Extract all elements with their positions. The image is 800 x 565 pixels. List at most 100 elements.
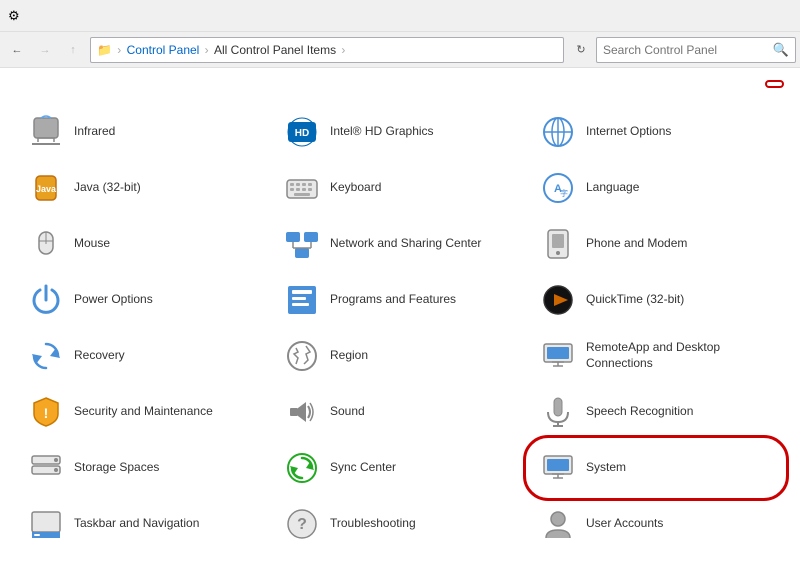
item-label: Recovery: [74, 348, 125, 364]
svg-text:!: !: [44, 405, 49, 421]
item-icon: [26, 280, 66, 320]
main-area: Infrared HD Intel® HD Graphics Internet Opt…: [0, 68, 800, 565]
item-label: Taskbar and Navigation: [74, 516, 199, 532]
item-label: Internet Options: [586, 124, 671, 140]
item-label: Mouse: [74, 236, 110, 252]
list-item[interactable]: Work Folders: [528, 552, 784, 565]
item-icon: [26, 336, 66, 376]
list-item[interactable]: ? Troubleshooting: [272, 496, 528, 552]
search-input[interactable]: [603, 43, 773, 57]
item-label: Storage Spaces: [74, 460, 159, 476]
list-item[interactable]: JavaJava (32-bit): [16, 160, 272, 216]
item-icon: [26, 504, 66, 544]
list-item[interactable]: Taskbar and Navigation: [16, 496, 272, 552]
item-icon: [538, 336, 578, 376]
list-item[interactable]: Region: [272, 328, 528, 384]
window-icon: ⚙: [8, 8, 24, 24]
item-icon: [26, 448, 66, 488]
up-button[interactable]: ↑: [60, 37, 86, 63]
breadcrumb[interactable]: 📁 › Control Panel › All Control Panel It…: [90, 37, 564, 63]
items-grid: Infrared HD Intel® HD Graphics Internet Opt…: [16, 104, 784, 565]
list-item[interactable]: Sync Center: [272, 440, 528, 496]
item-icon: [282, 448, 322, 488]
item-label: Speech Recognition: [586, 404, 693, 420]
item-label: Language: [586, 180, 639, 196]
svg-text:HD: HD: [295, 128, 309, 139]
list-item[interactable]: A字 Language: [528, 160, 784, 216]
svg-text:Java: Java: [36, 184, 57, 194]
item-icon: [282, 280, 322, 320]
list-item[interactable]: ! Security and Maintenance: [16, 384, 272, 440]
item-icon: [26, 224, 66, 264]
content-area: Infrared HD Intel® HD Graphics Internet Opt…: [0, 68, 800, 565]
item-label: Troubleshooting: [330, 516, 416, 532]
item-icon: [282, 392, 322, 432]
list-item[interactable]: Power Options: [16, 272, 272, 328]
search-icon[interactable]: 🔍: [773, 42, 789, 58]
item-icon: HD: [282, 112, 322, 152]
item-label: Sync Center: [330, 460, 396, 476]
item-icon: [282, 560, 322, 565]
item-label: Power Options: [74, 292, 153, 308]
item-label: Security and Maintenance: [74, 404, 213, 420]
list-item[interactable]: Sound: [272, 384, 528, 440]
item-icon: ?: [282, 504, 322, 544]
item-label: Keyboard: [330, 180, 381, 196]
forward-button[interactable]: →: [32, 37, 58, 63]
item-icon: [282, 336, 322, 376]
view-by-section: [761, 80, 784, 88]
list-item[interactable]: Mouse: [16, 216, 272, 272]
item-icon: [26, 560, 66, 565]
list-item[interactable]: Recovery: [16, 328, 272, 384]
back-button[interactable]: ←: [4, 37, 30, 63]
minimize-button[interactable]: [654, 0, 700, 32]
item-label: Intel® HD Graphics: [330, 124, 434, 140]
item-icon: Java: [26, 168, 66, 208]
list-item[interactable]: Storage Spaces: [16, 440, 272, 496]
item-icon: [538, 112, 578, 152]
list-item[interactable]: System: [528, 440, 784, 496]
item-icon: [282, 168, 322, 208]
list-item[interactable]: Keyboard: [272, 160, 528, 216]
breadcrumb-control-panel[interactable]: Control Panel: [127, 43, 200, 57]
item-icon: !: [26, 392, 66, 432]
list-item[interactable]: Network and Sharing Center: [272, 216, 528, 272]
list-item[interactable]: User Accounts: [528, 496, 784, 552]
view-dropdown[interactable]: [765, 80, 784, 88]
list-item[interactable]: Infrared: [16, 104, 272, 160]
breadcrumb-current: All Control Panel Items: [214, 43, 336, 57]
item-icon: A字: [538, 168, 578, 208]
item-label: User Accounts: [586, 516, 663, 532]
item-label: System: [586, 460, 626, 476]
list-item[interactable]: Speech Recognition: [528, 384, 784, 440]
address-bar: ← → ↑ 📁 › Control Panel › All Control Pa…: [0, 32, 800, 68]
items-container: Infrared HD Intel® HD Graphics Internet Opt…: [16, 104, 784, 565]
item-label: RemoteApp and Desktop Connections: [586, 340, 774, 371]
item-label: Phone and Modem: [586, 236, 687, 252]
window-controls: [654, 0, 792, 32]
item-label: QuickTime (32-bit): [586, 292, 684, 308]
list-item[interactable]: Phone and Modem: [528, 216, 784, 272]
close-button[interactable]: [746, 0, 792, 32]
item-icon: [538, 392, 578, 432]
search-box[interactable]: 🔍: [596, 37, 796, 63]
list-item[interactable]: QuickTime (32-bit): [528, 272, 784, 328]
svg-text:?: ?: [297, 516, 307, 533]
item-icon: [538, 448, 578, 488]
list-item[interactable]: RemoteApp and Desktop Connections: [528, 328, 784, 384]
list-item[interactable]: Windows Mobility Center: [272, 552, 528, 565]
list-item[interactable]: Windows Defender Firewall: [16, 552, 272, 565]
item-icon: [26, 112, 66, 152]
list-item[interactable]: Internet Options: [528, 104, 784, 160]
refresh-button[interactable]: ↻: [568, 37, 594, 63]
content-header: [16, 80, 784, 94]
breadcrumb-home-icon: 📁: [97, 43, 112, 57]
maximize-button[interactable]: [700, 0, 746, 32]
list-item[interactable]: Programs and Features: [272, 272, 528, 328]
title-bar: ⚙: [0, 0, 800, 32]
svg-text:字: 字: [560, 188, 568, 198]
item-icon: [538, 560, 578, 565]
item-icon: [538, 280, 578, 320]
list-item[interactable]: HD Intel® HD Graphics: [272, 104, 528, 160]
item-label: Region: [330, 348, 368, 364]
